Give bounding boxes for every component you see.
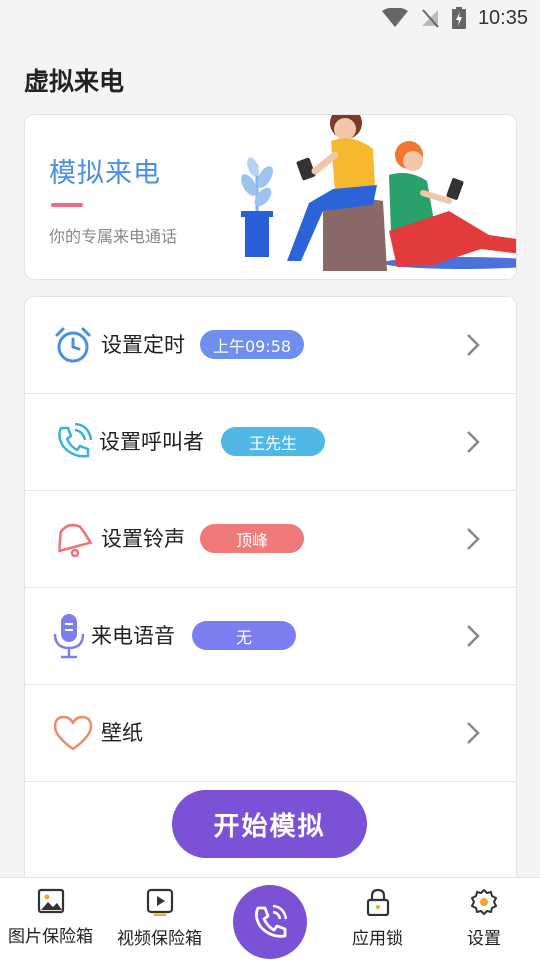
menu-item-label: 设置铃声 <box>101 527 185 551</box>
banner-accent-line <box>51 203 83 207</box>
banner-subtitle: 你的专属来电通话 <box>49 227 178 246</box>
center-call-button[interactable] <box>233 885 307 959</box>
nav-item-settings[interactable]: 设置 <box>467 888 501 949</box>
menu-item-label: 设置定时 <box>101 333 185 357</box>
nav-label: 视频保险箱 <box>117 929 202 949</box>
menu-item-set-caller[interactable]: 设置呼叫者 王先生 <box>25 394 516 491</box>
nav-item-video-vault[interactable]: 视频保险箱 <box>117 888 202 949</box>
nav-label: 应用锁 <box>352 929 403 949</box>
caller-value-badge: 王先生 <box>221 427 325 456</box>
heart-icon <box>51 709 95 757</box>
status-bar: 10:35 <box>0 0 540 36</box>
alarm-clock-icon <box>51 321 95 369</box>
nav-item-app-lock[interactable]: 应用锁 <box>352 888 403 949</box>
menu-item-label: 来电语音 <box>91 624 175 648</box>
phone-call-icon <box>255 904 288 938</box>
page-title: 虚拟来电 <box>24 67 125 96</box>
ringtone-value-badge: 顶峰 <box>200 524 304 553</box>
voice-value-badge: 无 <box>192 621 296 650</box>
lock-icon <box>366 888 389 916</box>
video-icon <box>146 888 173 916</box>
menu-item-label: 壁纸 <box>101 721 143 745</box>
nav-item-photo-vault[interactable]: 图片保险箱 <box>8 888 93 947</box>
microphone-icon <box>47 612 91 660</box>
phone-call-icon <box>51 418 95 466</box>
bell-icon <box>51 515 95 563</box>
people-illustration <box>241 115 516 271</box>
wifi-icon <box>381 8 408 27</box>
menu-item-wallpaper[interactable]: 壁纸 <box>25 685 516 782</box>
battery-icon <box>451 7 466 29</box>
timer-value-badge: 上午09:58 <box>200 330 304 359</box>
gear-icon <box>471 889 497 915</box>
chevron-right-icon <box>467 625 480 647</box>
menu-item-label: 设置呼叫者 <box>99 430 204 454</box>
chevron-right-icon <box>467 528 480 550</box>
nav-label: 图片保险箱 <box>8 927 93 947</box>
no-signal-icon <box>421 9 439 28</box>
nav-label: 设置 <box>467 929 501 949</box>
status-time: 10:35 <box>477 6 528 29</box>
start-simulation-button[interactable]: 开始模拟 <box>172 790 367 858</box>
menu-item-set-ringtone[interactable]: 设置铃声 顶峰 <box>25 491 516 588</box>
chevron-right-icon <box>467 334 480 356</box>
menu-item-set-timer[interactable]: 设置定时 上午09:58 <box>25 297 516 394</box>
chevron-right-icon <box>467 722 480 744</box>
banner-title: 模拟来电 <box>49 158 161 189</box>
banner-card[interactable]: 模拟来电 你的专属来电通话 <box>24 114 517 280</box>
menu-item-call-voice[interactable]: 来电语音 无 <box>25 588 516 685</box>
chevron-right-icon <box>467 431 480 453</box>
image-icon <box>37 888 64 914</box>
